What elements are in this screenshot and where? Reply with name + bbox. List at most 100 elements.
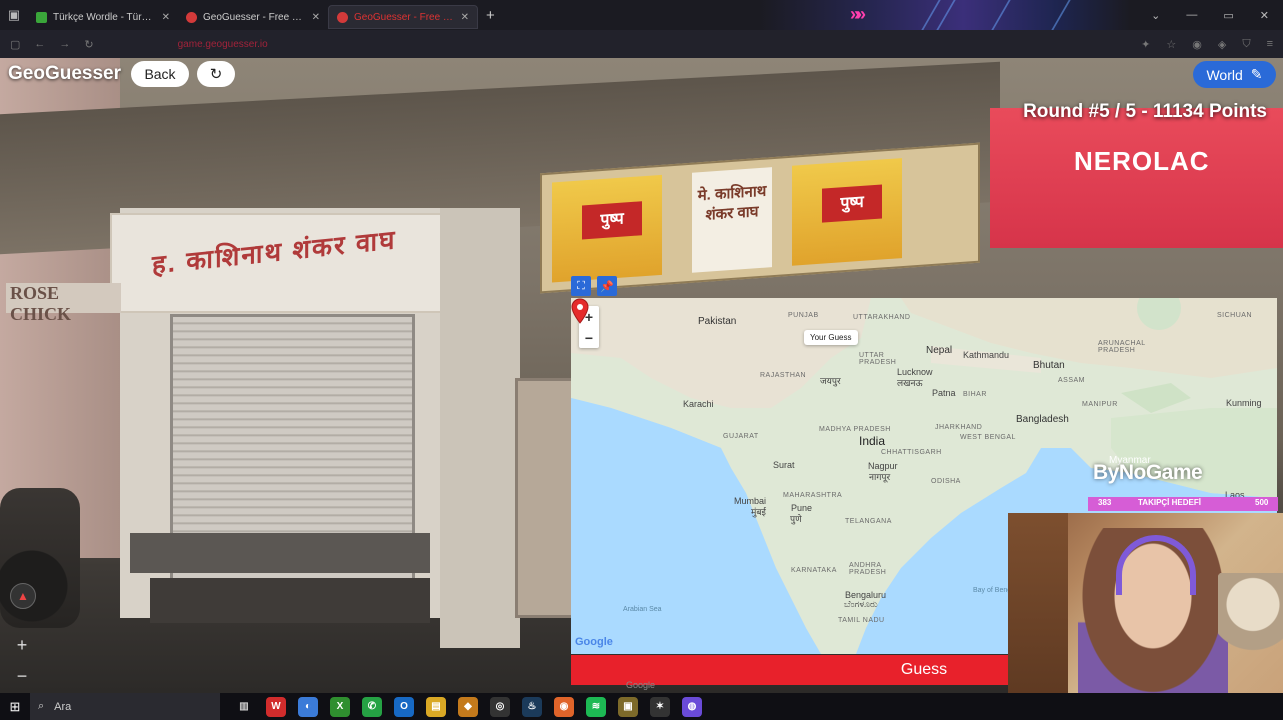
pencil-icon: ✎ [1250, 66, 1263, 82]
map-label: Nepal [926, 345, 953, 356]
pin-map-icon[interactable]: 📌 [597, 276, 617, 296]
world-button[interactable]: World ✎ [1193, 61, 1276, 88]
geoguesser-favicon-icon [337, 11, 348, 23]
tab-geoguesser-1[interactable]: GeoGuesser - Free GeoGuessr A ✕ [178, 5, 328, 29]
browser-menu-icon[interactable]: ▣ [0, 0, 28, 30]
map-label: Bangladesh [1016, 414, 1069, 425]
poster-brand: पुष्प [582, 201, 642, 240]
google-footer: Google [626, 680, 656, 690]
search-icon: ⌕ [38, 700, 45, 712]
obs-icon[interactable]: ◎ [490, 696, 510, 717]
map-label: जयपुर [820, 376, 841, 386]
maximize-icon[interactable]: ▭ [1223, 9, 1233, 22]
shop-sign-text: ह. काशिनाथ शंकर वाघ [152, 224, 397, 280]
map-label: लखनऊ [897, 378, 923, 388]
close-tab-icon[interactable]: ✕ [461, 12, 469, 23]
pillar [440, 208, 520, 648]
expand-map-icon[interactable]: ⛶ [571, 276, 591, 296]
windows-start-icon[interactable]: ⊞ [0, 693, 30, 720]
task-view-icon[interactable]: ▥ [234, 697, 254, 717]
shop-sign: ह. काशिनाथ शंकर वाघ [110, 213, 450, 313]
map-label: पुणे [790, 514, 802, 524]
extension-icon[interactable]: ✦ [1141, 38, 1150, 51]
taskbar-search[interactable]: ⌕ Ara [30, 693, 220, 720]
google-logo: Google [575, 636, 613, 648]
account-icon[interactable]: ◉ [1192, 38, 1202, 51]
file-explorer-icon[interactable]: ▤ [426, 696, 446, 717]
map-label: Bhutan [1033, 360, 1065, 371]
poster-brand: पुष्प [822, 184, 882, 223]
map-label: Surat [773, 460, 795, 470]
wordle-favicon-icon [36, 11, 47, 23]
tab-title: Türkçe Wordle - Türkçe Kelimel [53, 11, 156, 23]
search-placeholder: Ara [54, 700, 72, 713]
side-door [515, 378, 575, 618]
app-purple-icon[interactable]: ◍ [682, 696, 702, 717]
tab-wordle[interactable]: Türkçe Wordle - Türkçe Kelimel ✕ [28, 5, 178, 29]
forward-arrow-icon[interactable]: → [59, 38, 70, 50]
windows-taskbar: ⊞ ⌕ Ara ▥ W ◐ X ✆ O ▤ ◆ ◎ ♨ ◉ ≋ ▣ ✶ ◍ [0, 693, 1283, 720]
address-bar: ▢ ← → ↻ game.geoguesser.io ✦ ☆ ◉ ◈ ⛉ ≡ [0, 30, 1283, 58]
map-label: PUNJAB [788, 312, 819, 319]
map-label: India [859, 434, 886, 448]
firefox-icon[interactable]: ◉ [554, 696, 574, 717]
app-copilot-icon[interactable]: ◐ [298, 696, 318, 717]
xbox-icon[interactable]: X [330, 696, 350, 717]
zoom-in-icon[interactable]: + [17, 635, 28, 656]
whatsapp-icon[interactable]: ✆ [362, 696, 382, 717]
app-red-icon[interactable]: W [266, 696, 286, 717]
map-label: नागपूर [869, 472, 891, 482]
round-score: Round #5 / 5 - 11134 Points [1023, 101, 1267, 122]
app-wolf-icon[interactable]: ✶ [650, 696, 670, 717]
close-tab-icon[interactable]: ✕ [312, 12, 320, 23]
steam-icon[interactable]: ♨ [522, 696, 542, 717]
back-button[interactable]: Back [131, 61, 189, 87]
close-window-icon[interactable]: ✕ [1260, 9, 1269, 22]
bookmark-star-icon[interactable]: ☆ [1166, 38, 1176, 51]
reload-icon[interactable]: ↻ [84, 38, 93, 51]
map-label: ASSAM [1058, 377, 1086, 384]
taskbar-apps: ▥ W ◐ X ✆ O ▤ ◆ ◎ ♨ ◉ ≋ ▣ ✶ ◍ [234, 696, 702, 717]
map-label: ಬೆಂಗಳೂರು [844, 599, 878, 609]
plush-toy [1218, 573, 1283, 663]
map-label: UTTAR PRADESH [859, 352, 897, 366]
window-controls: ⌄ — ▭ ✕ [1151, 0, 1283, 30]
tab-geoguesser-active[interactable]: GeoGuesser - Free GeoGue ✕ [328, 5, 478, 29]
nerolac-sign: NEROLAC [990, 108, 1283, 248]
extensions-puzzle-icon[interactable]: ◈ [1218, 38, 1226, 51]
map-label: Patna [932, 388, 956, 398]
app-shield-icon[interactable]: ◆ [458, 696, 478, 717]
compass-icon[interactable]: ▲ [10, 583, 36, 609]
close-tab-icon[interactable]: ✕ [162, 12, 170, 23]
map-label: MADHYA PRADESH [819, 426, 891, 433]
tab-list-icon[interactable]: ⌄ [1151, 9, 1160, 22]
bynogame-logo: ByNoGame [1093, 461, 1203, 484]
shield-icon[interactable]: ⛉ [1242, 38, 1250, 51]
step-lower [150, 578, 430, 623]
app-game-icon[interactable]: ▣ [618, 696, 638, 717]
map-label: SICHUAN [1217, 312, 1253, 319]
sidebar-toggle-icon[interactable]: ▢ [10, 38, 20, 51]
url-field[interactable]: game.geoguesser.io [178, 39, 268, 50]
map-label: ARUNACHAL PRADESH [1098, 340, 1146, 354]
minimize-icon[interactable]: — [1186, 9, 1197, 21]
chevrons-icon: »» [850, 4, 866, 24]
map-label: Karachi [683, 399, 714, 409]
streamer-webcam [1008, 513, 1283, 693]
spotify-icon[interactable]: ≋ [586, 696, 606, 717]
map-label: ANDHRA PRADESH [849, 562, 887, 576]
back-arrow-icon[interactable]: ← [34, 38, 45, 50]
map-label: Pakistan [698, 316, 737, 327]
refresh-button[interactable]: ↻ [197, 61, 235, 87]
goal-label: TAKIPÇİ HEDEFİ [1138, 498, 1201, 507]
outlook-icon[interactable]: O [394, 696, 414, 717]
map-zoom-out-icon[interactable]: − [585, 330, 593, 346]
goal-target: 500 [1255, 498, 1269, 507]
map-pin-icon[interactable] [571, 298, 589, 324]
zoom-out-icon[interactable]: − [17, 666, 28, 687]
new-tab-button[interactable]: + [486, 7, 495, 24]
tab-bar-theme-art: »» [760, 0, 1130, 30]
map-tools: ⛶ 📌 [571, 276, 621, 296]
your-guess-tooltip: Your Guess [804, 330, 858, 345]
menu-icon[interactable]: ≡ [1267, 38, 1273, 50]
